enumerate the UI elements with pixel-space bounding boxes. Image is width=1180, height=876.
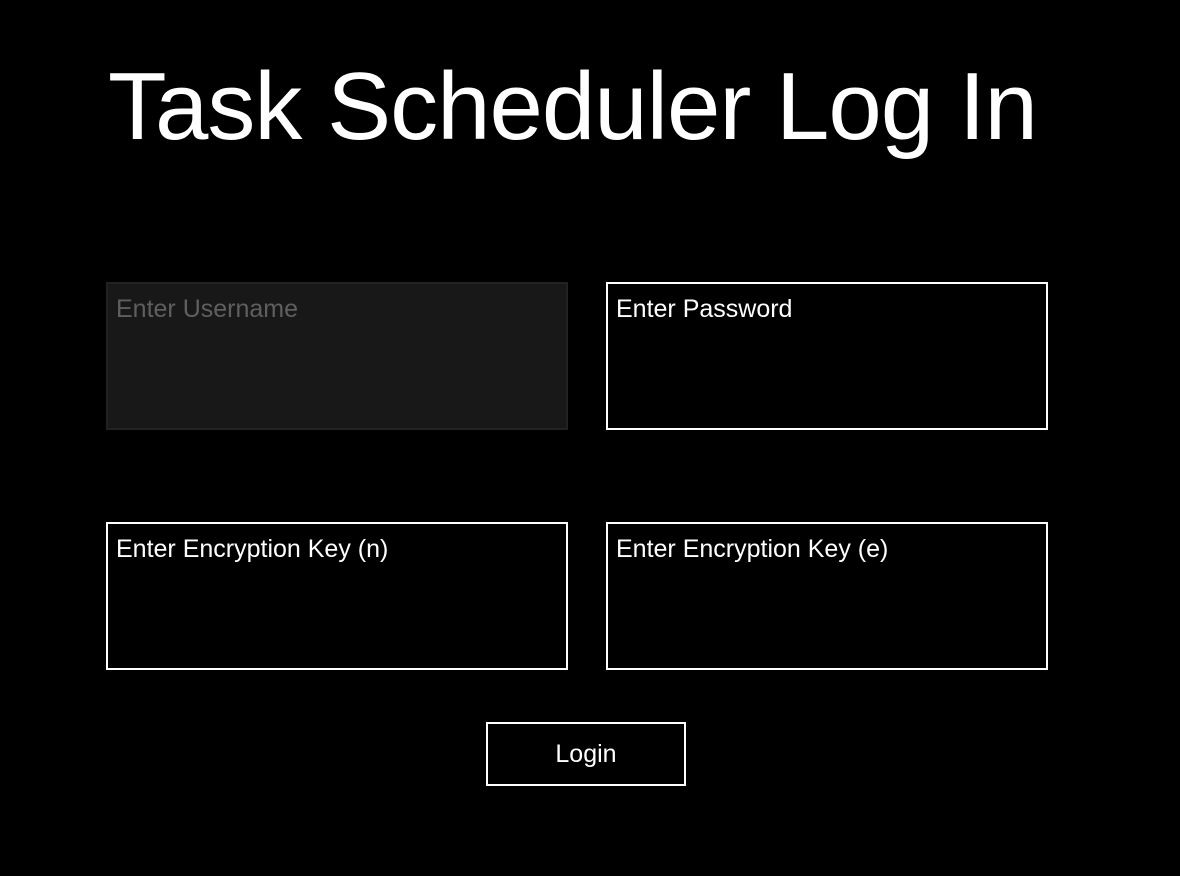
login-button[interactable]: Login [486,722,686,786]
encryption-key-e-placeholder: Enter Encryption Key (e) [616,535,889,563]
password-placeholder: Enter Password [616,295,793,323]
encryption-key-n-field[interactable]: Enter Encryption Key (n) [106,522,568,670]
encryption-key-n-placeholder: Enter Encryption Key (n) [116,535,389,563]
login-page: Task Scheduler Log In Enter Username Ent… [0,0,1180,876]
page-title: Task Scheduler Log In [108,53,1038,160]
password-field[interactable]: Enter Password [606,282,1048,430]
username-field[interactable]: Enter Username [106,282,568,430]
username-placeholder: Enter Username [116,295,299,323]
encryption-key-e-field[interactable]: Enter Encryption Key (e) [606,522,1048,670]
